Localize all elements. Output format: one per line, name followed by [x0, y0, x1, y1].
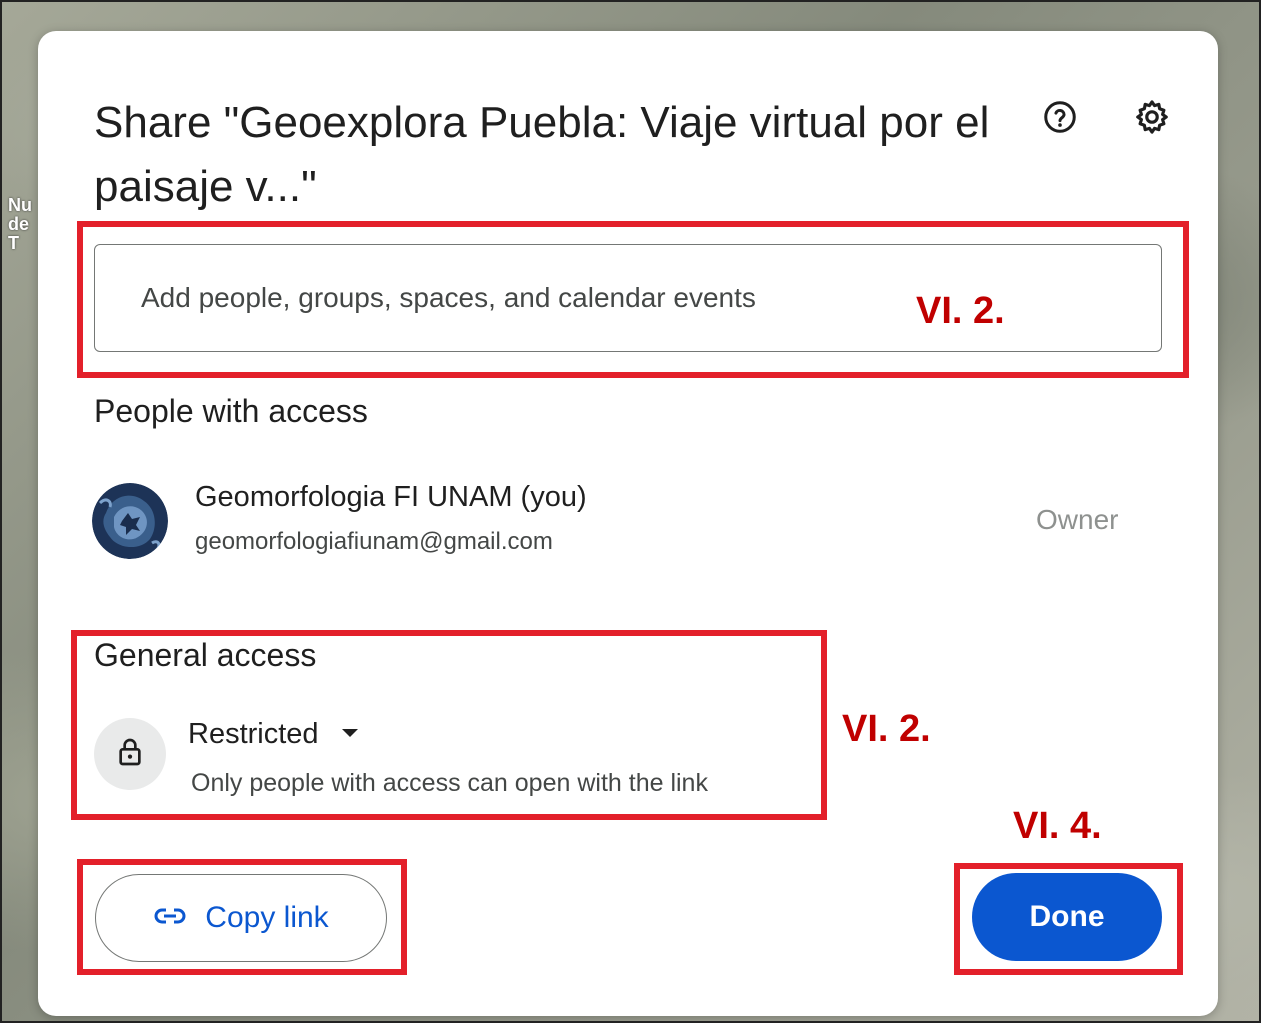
general-access-description: Only people with access can open with th…: [191, 769, 708, 797]
help-button[interactable]: [1036, 95, 1084, 143]
done-label: Done: [1029, 900, 1105, 933]
done-button[interactable]: Done: [972, 873, 1162, 961]
avatar: [92, 483, 168, 559]
annotation-label-general-access: VI. 2.: [842, 708, 931, 750]
people-with-access-heading: People with access: [94, 393, 368, 429]
settings-button[interactable]: [1128, 95, 1176, 143]
user-email: geomorfologiafiunam@gmail.com: [195, 528, 553, 555]
general-access-dropdown[interactable]: Restricted: [188, 714, 359, 754]
general-access-heading: General access: [94, 637, 317, 673]
copy-link-label: Copy link: [205, 901, 329, 934]
share-dialog: Share "Geoexplora Puebla: Viaje virtual …: [38, 31, 1218, 1016]
annotation-label-done: VI. 4.: [1013, 805, 1102, 847]
lock-icon-container: [94, 718, 166, 790]
user-role: Owner: [1036, 504, 1119, 535]
map-label: Nu de T: [8, 195, 32, 253]
gear-icon: [1133, 98, 1171, 141]
link-icon: [153, 907, 187, 930]
general-access-value: Restricted: [188, 717, 319, 750]
user-name: Geomorfologia FI UNAM (you): [195, 481, 587, 513]
copy-link-button[interactable]: Copy link: [95, 874, 387, 962]
annotation-label-add-people: VI. 2.: [916, 290, 1005, 332]
lock-icon: [114, 736, 146, 773]
dropdown-arrow-icon: [341, 725, 359, 743]
help-circle-icon: [1042, 99, 1078, 140]
dialog-title: Share "Geoexplora Puebla: Viaje virtual …: [94, 98, 990, 211]
